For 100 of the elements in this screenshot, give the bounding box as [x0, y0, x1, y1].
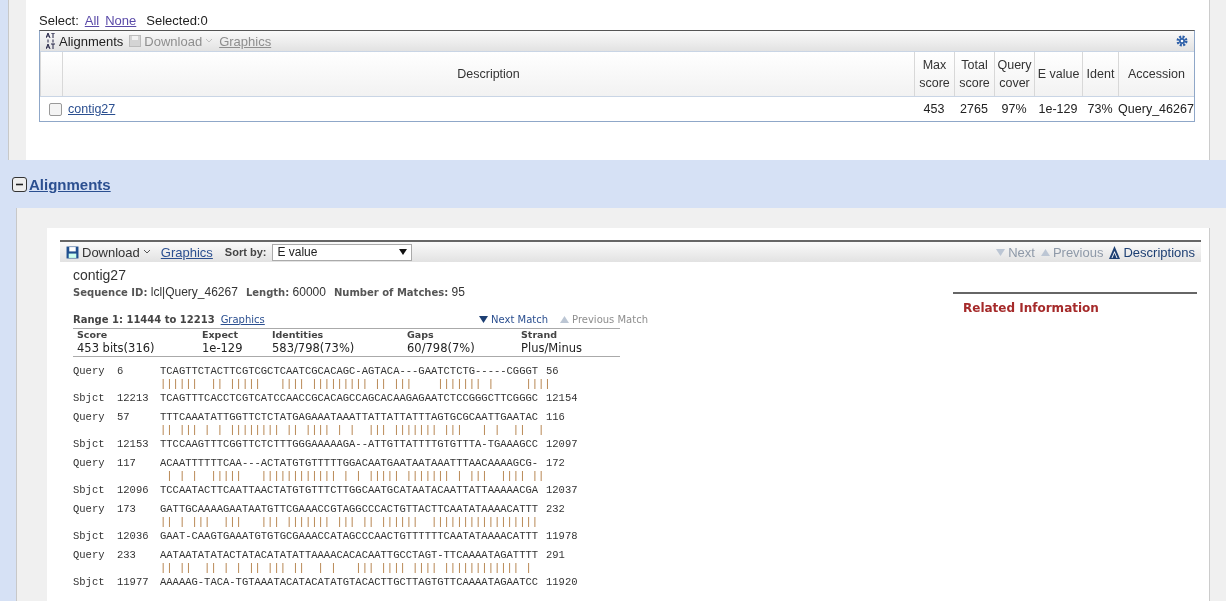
subject-sequence: TCCAATACTTCAATTAACTATGTGTTTCTTGGCAATGCATAATACAATTATTAAAAACGA: [160, 484, 540, 496]
hit-title: contig27: [73, 267, 127, 283]
match-line: |||||| || ||||| |||| ||||||||| || ||| ||||||| | ||||: [160, 377, 546, 392]
position-number: 291: [546, 549, 566, 561]
position-number: 233: [117, 549, 137, 561]
sort-select[interactable]: E value: [272, 243, 413, 261]
down-triangle-icon: [479, 315, 489, 324]
sequence-label: Sbjct: [73, 484, 106, 496]
subject-sequence: GAAT-CAAGTGAAATGTGTGCGAAACCATAGCCCAACTGTTTTTTCAATATAAAACATTT: [160, 530, 540, 542]
toolbar-button[interactable]: Alignments: [46, 33, 124, 49]
alignment-icon: [46, 33, 56, 49]
range-label: Range 1: 11444 to 12213: [73, 314, 215, 325]
position-number: 12036: [117, 530, 150, 542]
stat-label: Score: [76, 329, 109, 341]
caret-icon: [205, 38, 214, 44]
match-line: || || || | | || ||| || | | ||| |||| |||| |||||||||||| |: [160, 561, 533, 576]
position-number: 12097: [546, 438, 579, 450]
stat-label: Expect: [201, 329, 240, 341]
sequence-label: Query: [73, 365, 106, 377]
sequence-label: Query: [73, 549, 106, 561]
position-number: 11920: [546, 576, 579, 588]
query-sequence: TTTCAAATATTGGTTCTCTATGAGAAATAAATTATTATTATTTAGTGCGCAATTGAATAC: [160, 411, 540, 423]
graphics-link[interactable]: Graphics: [220, 314, 265, 325]
graphics-link[interactable]: Graphics: [160, 244, 213, 260]
query-sequence: ACAATTTTTTCAA---ACTATGTGTTTTTGGACAATGAATAATAAATTTAACAAAAGCG-: [160, 457, 540, 469]
up-triangle-icon: [560, 315, 570, 324]
up-triangle-icon: [1040, 247, 1050, 257]
column-header[interactable]: Max score: [914, 52, 954, 96]
hit-meta: Length: 60000: [245, 285, 326, 299]
position-number: 11977: [117, 576, 150, 588]
table-cell: 1e-129: [1038, 102, 1078, 116]
select-link[interactable]: All: [84, 12, 100, 28]
position-number: 11978: [546, 530, 579, 542]
query-sequence: AATAATATATACTATACATATATTAAAACACACAATTGCCTAGT-TTCAAAATAGATTTT: [160, 549, 540, 561]
stat-value: 453 bits(316): [76, 341, 156, 355]
section-heading-link[interactable]: Alignments: [29, 175, 111, 193]
column-header[interactable]: E value: [1034, 52, 1082, 96]
stat-value: 60/798(7%): [406, 341, 476, 355]
hit-link[interactable]: contig27: [68, 102, 116, 116]
down-triangle-icon: [996, 247, 1006, 257]
position-number: 12153: [117, 438, 150, 450]
position-number: 12154: [546, 392, 579, 404]
column-header[interactable]: Ident: [1082, 52, 1118, 96]
subject-sequence: TCAGTTTCACCTCGTCATCCAACCGCACAGCCAGCACAAGAGAATCTCCGGGCTTCGGGC: [160, 392, 540, 404]
column-header[interactable]: Accession: [1118, 52, 1194, 96]
query-sequence: TCAGTTCTACTTCGTCGCTCAATCGCACAGC-AGTACA---GAATCTCTG-----CGGGT: [160, 365, 540, 377]
settings-icon[interactable]: [1176, 35, 1188, 47]
hit-meta: Sequence ID: lcl|Query_46267: [73, 285, 238, 299]
dropdown-arrow-icon: [399, 249, 408, 255]
column-header[interactable]: Total score: [954, 52, 994, 96]
caret-icon: [142, 249, 151, 255]
save-icon: [66, 245, 79, 259]
position-number: 12096: [117, 484, 150, 496]
stat-value: Plus/Minus: [520, 341, 583, 355]
position-number: 116: [546, 411, 566, 423]
sequence-label: Query: [73, 457, 106, 469]
match-line: | | | ||||| |||||||||||| | | ||||| ||||||| | ||| |||| ||: [165, 469, 546, 484]
selected-count: Selected:0: [146, 12, 208, 28]
collapse-toggle-icon[interactable]: [12, 176, 27, 192]
table-cell: 453: [923, 102, 945, 116]
match-line: || ||| | | |||||||| || |||| | | ||| ||||||| ||| | | || |: [160, 423, 546, 438]
subject-sequence: TTCCAAGTTTCGGTTCTCTTTGGGAAAAAGA--ATTGTTATTTTGTGTTTA-TGAAAGCC: [160, 438, 540, 450]
position-number: 12037: [546, 484, 579, 496]
sort-label: Sort by:: [224, 246, 267, 258]
stat-label: Identities: [271, 329, 325, 341]
next-match-link[interactable]: Next Match: [479, 314, 549, 325]
position-number: 173: [117, 503, 137, 515]
hit-meta: Number of Matches: 95: [333, 285, 465, 299]
position-number: 12213: [117, 392, 150, 404]
double-up-arrow-icon: [1109, 245, 1121, 259]
sequence-label: Sbjct: [73, 438, 106, 450]
table-cell: 2765: [960, 102, 988, 116]
nav-button[interactable]: Descriptions: [1109, 244, 1195, 260]
row-checkbox[interactable]: [49, 102, 62, 116]
position-number: 56: [546, 365, 560, 377]
position-number: 57: [117, 411, 131, 423]
select-label: Select:: [39, 12, 79, 28]
subject-sequence: AAAAAG-TACA-TGTAAATACATACATATGTACACTTGCTTAGTGTTCAAAATAGAATCC: [160, 576, 540, 588]
sequence-label: Query: [73, 411, 106, 423]
stat-label: Gaps: [406, 329, 435, 341]
table-cell: Query_46267: [1118, 102, 1194, 116]
sequence-label: Sbjct: [73, 576, 106, 588]
column-header[interactable]: Query cover: [994, 52, 1034, 96]
position-number: 232: [546, 503, 566, 515]
position-number: 117: [117, 457, 137, 469]
panel-title: Related Information: [963, 301, 1099, 315]
stat-value: 583/798(73%): [271, 341, 356, 355]
query-sequence: GATTGCAAAAGAATAATGTTCGAAACCGTAGGCCCACTGTTACTTCAATATAAAACATTT: [160, 503, 540, 515]
table-cell: 73%: [1087, 102, 1113, 116]
position-number: 6: [117, 365, 125, 377]
stat-label: Strand: [520, 329, 559, 341]
save-icon: [129, 35, 142, 47]
sequence-label: Query: [73, 503, 106, 515]
sequence-label: Sbjct: [73, 530, 106, 542]
match-line: || | ||| ||| ||| ||||||| ||| || |||||| |||||||||||||||||: [160, 515, 540, 530]
select-link[interactable]: None: [105, 12, 137, 28]
download-button[interactable]: Download: [66, 244, 151, 260]
stat-value: 1e-129: [201, 341, 244, 355]
column-header[interactable]: Description: [62, 52, 914, 96]
sequence-label: Sbjct: [73, 392, 106, 404]
